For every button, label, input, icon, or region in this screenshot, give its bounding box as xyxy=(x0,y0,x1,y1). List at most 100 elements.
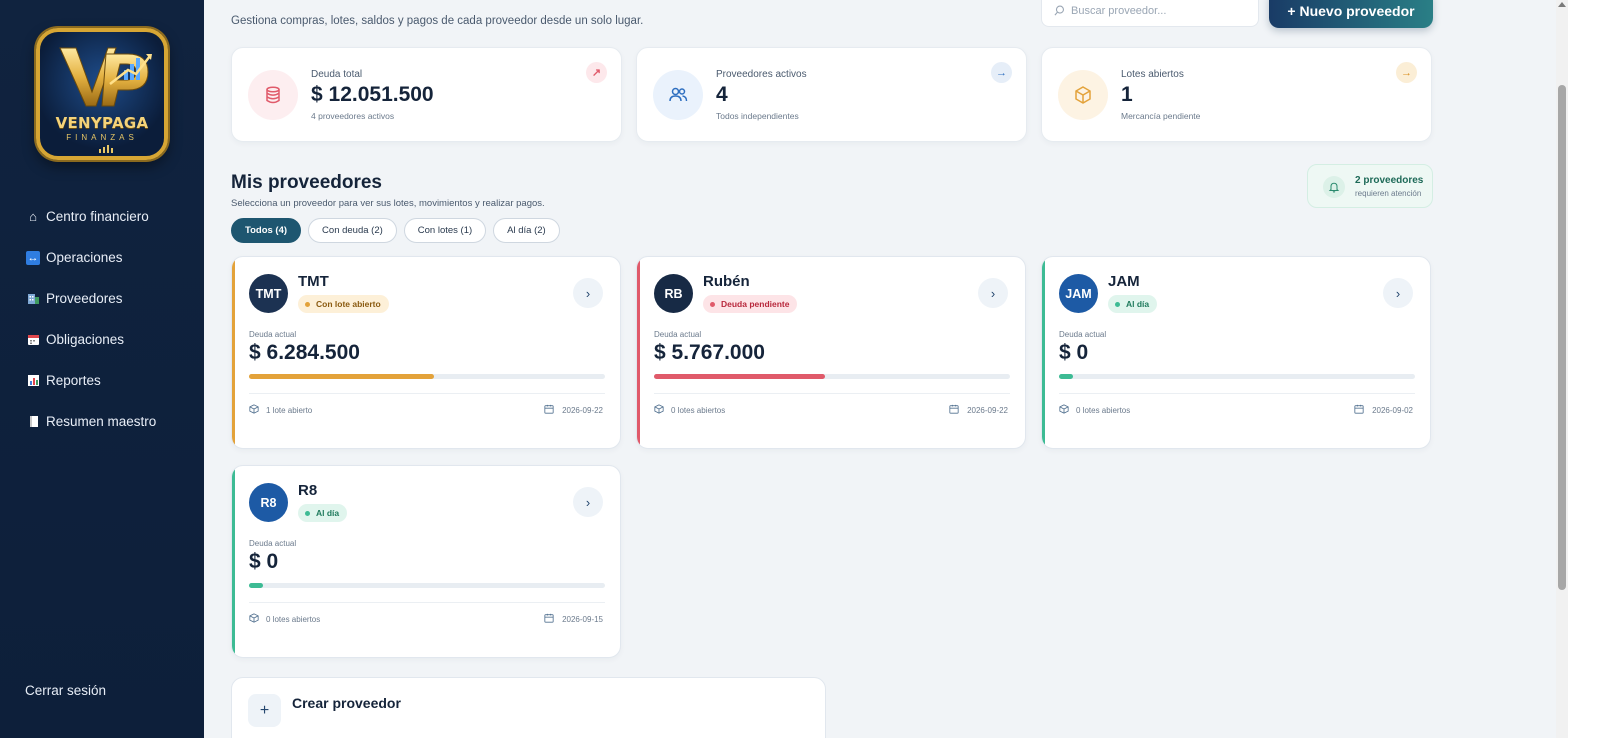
debt-label: Deuda actual xyxy=(249,539,297,548)
provider-name: R8 xyxy=(298,482,318,499)
chevron-right-icon[interactable]: › xyxy=(573,487,603,517)
lots-text: 1 lote abierto xyxy=(266,405,313,415)
users-icon xyxy=(653,70,703,120)
stat-card-total-debt: Deuda total $ 12.051.500 4 proveedores a… xyxy=(231,47,622,142)
stat-value: 4 xyxy=(716,83,728,106)
lots-info: 0 lotes abiertos xyxy=(654,404,725,416)
debt-progress-track xyxy=(249,374,605,379)
plus-icon[interactable]: + xyxy=(248,694,281,727)
status-dot-icon xyxy=(305,301,310,307)
section-subtitle: Selecciona un proveedor para ver sus lot… xyxy=(231,198,545,209)
date-info: 2026-09-02 xyxy=(1354,404,1413,416)
debt-progress-fill xyxy=(1059,374,1074,379)
search-box[interactable] xyxy=(1041,0,1259,27)
provider-card-ruben[interactable]: RB Rubén Deuda pendiente › Deuda actual $ 5.7… xyxy=(636,256,1026,449)
debt-value: $ 0 xyxy=(249,550,279,573)
sidebar-item-operaciones[interactable]: ↔ Operaciones xyxy=(0,237,204,278)
stat-label: Deuda total xyxy=(311,69,363,80)
filter-with-debt[interactable]: Con deuda (2) xyxy=(308,218,397,243)
database-icon xyxy=(248,70,298,120)
arrow-right-icon: → xyxy=(991,62,1012,83)
provider-card-jam[interactable]: JAM JAM Al día › Deuda actual $ 0 0 lotes abie… xyxy=(1041,256,1431,449)
box-icon xyxy=(1058,70,1108,120)
divider xyxy=(654,393,1010,394)
debt-progress-track xyxy=(249,583,605,588)
provider-card-tmt[interactable]: TMT TMT Con lote abierto › Deuda actual $ 6.2… xyxy=(231,256,621,449)
debt-progress-fill xyxy=(249,374,435,379)
date-text: 2026-09-22 xyxy=(562,405,603,415)
debt-progress-track xyxy=(654,374,1010,379)
calendar-icon xyxy=(1354,404,1372,416)
brand-name: VENYPAGA xyxy=(55,114,149,132)
date-text: 2026-09-02 xyxy=(1372,405,1413,415)
avatar: R8 xyxy=(249,483,288,522)
provider-card-r8[interactable]: R8 R8 Al día › Deuda actual $ 0 0 lotes abiert… xyxy=(231,465,621,658)
logo-bars-icon xyxy=(99,145,113,153)
lots-info: 0 lotes abiertos xyxy=(1059,404,1130,416)
stat-sub: Todos independientes xyxy=(716,111,799,121)
stat-sub: 4 proveedores activos xyxy=(311,111,395,121)
sidebar-item-centro-financiero[interactable]: ⌂ Centro financiero xyxy=(0,196,204,237)
calendar-icon xyxy=(544,613,562,625)
debt-value: $ 5.767.000 xyxy=(654,341,765,364)
status-text: Con lote abierto xyxy=(316,299,381,309)
new-provider-button[interactable]: + Nuevo proveedor xyxy=(1269,0,1433,28)
home-icon: ⌂ xyxy=(29,209,37,224)
sidebar-item-proveedores[interactable]: Proveedores xyxy=(0,278,204,319)
chevron-right-icon[interactable]: › xyxy=(978,278,1008,308)
status-dot-icon xyxy=(710,301,715,307)
status-dot-icon xyxy=(305,510,310,516)
filter-with-lots[interactable]: Con lotes (1) xyxy=(403,218,487,243)
debt-label: Deuda actual xyxy=(1059,330,1107,339)
card-accent-bar xyxy=(637,257,640,448)
debt-progress-fill xyxy=(654,374,825,379)
debt-label: Deuda actual xyxy=(654,330,702,339)
create-provider-title: Crear proveedor xyxy=(292,695,401,711)
debt-value: $ 0 xyxy=(1059,341,1089,364)
arrows-icon: ↔ xyxy=(26,250,40,265)
logout-link[interactable]: Cerrar sesión xyxy=(25,683,106,698)
stat-label: Proveedores activos xyxy=(716,69,807,80)
section-title: Mis proveedores xyxy=(231,172,382,193)
avatar: TMT xyxy=(249,274,288,313)
sidebar-item-reportes[interactable]: Reportes xyxy=(0,360,204,401)
debt-value: $ 6.284.500 xyxy=(249,341,360,364)
sidebar-item-label: Operaciones xyxy=(46,250,123,265)
sidebar: VENYPAGA FINANZAS ⌂ Centro financiero ↔ … xyxy=(0,0,204,738)
search-icon xyxy=(1054,5,1064,16)
card-accent-bar xyxy=(232,257,235,448)
scroll-up-icon[interactable] xyxy=(1558,2,1566,7)
chevron-right-icon[interactable]: › xyxy=(573,278,603,308)
divider xyxy=(249,602,605,603)
stat-card-open-lots: Lotes abiertos 1 Mercancía pendiente → xyxy=(1041,47,1432,142)
divider xyxy=(1059,393,1415,394)
sidebar-nav: ⌂ Centro financiero ↔ Operaciones Provee… xyxy=(0,196,204,442)
lots-info: 1 lote abierto xyxy=(249,404,312,416)
box-icon xyxy=(249,613,266,625)
scrollbar-thumb[interactable] xyxy=(1558,85,1566,590)
status-badge: Al día xyxy=(1108,295,1158,313)
avatar: JAM xyxy=(1059,274,1098,313)
sidebar-item-label: Obligaciones xyxy=(46,332,125,347)
date-text: 2026-09-15 xyxy=(562,614,603,624)
arrow-right-icon: → xyxy=(1396,62,1417,83)
building-icon xyxy=(26,292,40,306)
stat-value: $ 12.051.500 xyxy=(311,83,434,106)
divider xyxy=(249,393,605,394)
stat-sub: Mercancía pendiente xyxy=(1121,111,1201,121)
status-badge: Al día xyxy=(298,504,348,522)
attention-alert[interactable]: 2 proveedores requieren atención xyxy=(1307,164,1433,208)
provider-name: TMT xyxy=(298,273,329,290)
sidebar-item-resumen-maestro[interactable]: Resumen maestro xyxy=(0,401,204,442)
brand-logo[interactable]: VENYPAGA FINANZAS xyxy=(36,28,168,160)
sidebar-item-obligaciones[interactable]: Obligaciones xyxy=(0,319,204,360)
filter-up-to-date[interactable]: Al día (2) xyxy=(493,218,560,243)
page-margin xyxy=(1568,0,1600,738)
create-provider-card[interactable]: + Crear proveedor xyxy=(231,677,826,738)
calendar-icon xyxy=(544,404,562,416)
status-badge: Con lote abierto xyxy=(298,295,389,313)
search-input[interactable] xyxy=(1071,4,1241,17)
filter-all[interactable]: Todos (4) xyxy=(231,218,302,243)
chevron-right-icon[interactable]: › xyxy=(1383,278,1413,308)
lots-text: 0 lotes abiertos xyxy=(1076,405,1131,415)
